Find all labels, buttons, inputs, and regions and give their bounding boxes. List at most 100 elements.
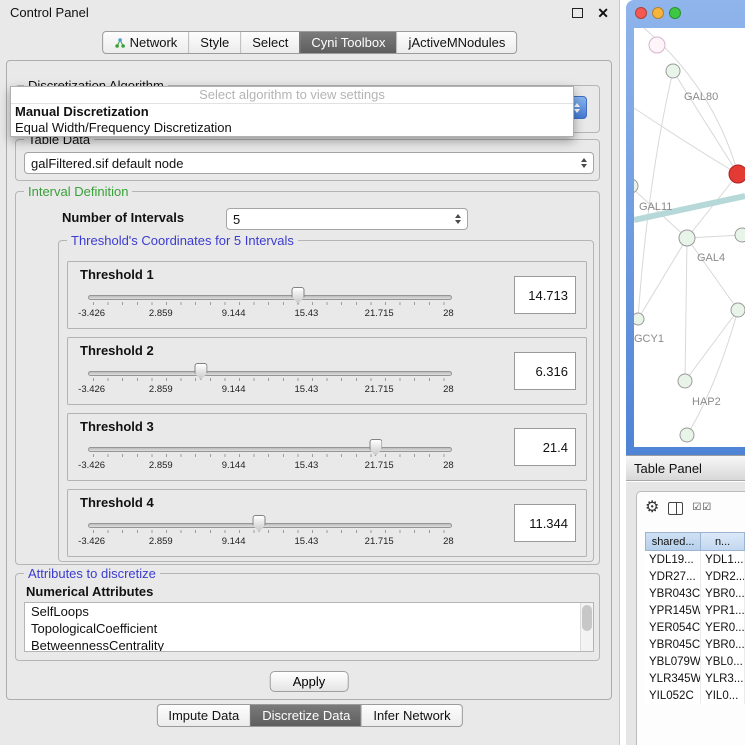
column-header-shared-name[interactable]: shared... — [645, 532, 701, 551]
tab-impute-data-label: Impute Data — [168, 708, 239, 723]
table-row[interactable]: YLR345WYLR3... — [645, 670, 745, 687]
table-row[interactable]: YBL079WYBL0... — [645, 653, 745, 670]
table-data-combobox[interactable]: galFiltered.sif default node — [24, 152, 594, 174]
table-row[interactable]: YBR043CYBR0... — [645, 585, 745, 602]
tab-style-label: Style — [200, 35, 229, 50]
slider-track[interactable] — [88, 447, 452, 452]
table-row[interactable]: YIL052CYIL0... — [645, 687, 745, 704]
threshold-3-label: Threshold 3 — [80, 419, 154, 434]
threshold-4-value-field[interactable]: 11.344 — [514, 504, 576, 542]
cell[interactable]: YBR043C — [645, 585, 701, 602]
threshold-1-slider[interactable]: -3.426 2.859 9.144 15.43 21.715 28 — [88, 286, 452, 326]
cell[interactable]: YPR145W — [645, 602, 701, 619]
cell[interactable]: YDR2... — [701, 568, 745, 585]
apply-button[interactable]: Apply — [270, 671, 349, 692]
threshold-2-label: Threshold 2 — [80, 343, 154, 358]
node-gal11[interactable] — [634, 179, 638, 193]
columns-icon[interactable] — [668, 502, 683, 515]
tick-label: 28 — [443, 308, 454, 319]
threshold-3-panel: Threshold 3 -3.426 2.859 9.144 15.43 21.… — [67, 413, 587, 481]
node-unlabeled[interactable] — [649, 37, 665, 53]
algorithm-placeholder: Select algorithm to view settings — [11, 87, 573, 104]
cell[interactable]: YDL1... — [701, 551, 745, 568]
list-item-betweennesscentrality[interactable]: BetweennessCentrality — [25, 637, 593, 652]
cell[interactable]: YBR0... — [701, 636, 745, 653]
node-unlabeled[interactable] — [680, 428, 694, 442]
cell[interactable]: YPR1... — [701, 602, 745, 619]
table-row[interactable]: YDR27...YDR2... — [645, 568, 745, 585]
close-icon[interactable]: ✕ — [597, 6, 609, 20]
table-row[interactable]: YER054CYER0... — [645, 619, 745, 636]
cell[interactable]: YDL19... — [645, 551, 701, 568]
gear-icon[interactable]: ⚙ — [645, 500, 659, 516]
threshold-1-value-field[interactable]: 14.713 — [514, 276, 576, 314]
node-unlabeled[interactable] — [731, 303, 745, 317]
zoom-window-icon[interactable] — [669, 7, 681, 19]
node-unlabeled[interactable] — [735, 228, 745, 242]
table-panel-header: Table Panel — [626, 455, 745, 481]
cell[interactable]: YLR3... — [701, 670, 745, 687]
attributes-group: Attributes to discretize Numerical Attri… — [15, 573, 600, 661]
network-canvas[interactable]: GAL80 GAL11 GAL4 GCY1 HAP2 — [634, 28, 745, 447]
float-window-icon[interactable] — [572, 8, 583, 18]
minimize-window-icon[interactable] — [652, 7, 664, 19]
tab-select[interactable]: Select — [240, 32, 299, 53]
cell[interactable]: YBL079W — [645, 653, 701, 670]
threshold-2-slider[interactable]: -3.426 2.859 9.144 15.43 21.715 28 — [88, 362, 452, 402]
tab-style[interactable]: Style — [188, 32, 240, 53]
tab-discretize-data[interactable]: Discretize Data — [250, 705, 361, 726]
number-of-intervals-spinner[interactable]: 5 — [226, 208, 468, 230]
node-selected-red[interactable] — [729, 165, 745, 183]
option-manual-discretization[interactable]: Manual Discretization — [11, 104, 573, 120]
threshold-3-value-field[interactable]: 21.4 — [514, 428, 576, 466]
close-window-icon[interactable] — [635, 7, 647, 19]
select-columns-icon[interactable]: ☑☑ — [692, 503, 712, 513]
tab-cyni-toolbox[interactable]: Cyni Toolbox — [299, 32, 396, 53]
cell[interactable]: YIL052C — [645, 687, 701, 704]
slider-track[interactable] — [88, 371, 452, 376]
tab-infer-network[interactable]: Infer Network — [361, 705, 461, 726]
tab-network[interactable]: Network — [103, 32, 189, 53]
tab-jactivemnodules-label: jActiveMNodules — [409, 35, 506, 50]
number-of-intervals-value: 5 — [233, 212, 240, 227]
column-header-name[interactable]: n... — [701, 532, 745, 551]
table-panel-title: Table Panel — [634, 461, 702, 476]
table-row[interactable]: YPR145WYPR1... — [645, 602, 745, 619]
tick-label: 2.859 — [149, 308, 173, 319]
node-gcy1[interactable] — [634, 313, 644, 325]
slider-track[interactable] — [88, 523, 452, 528]
threshold-4-slider[interactable]: -3.426 2.859 9.144 15.43 21.715 28 — [88, 514, 452, 554]
cell[interactable]: YBR0... — [701, 585, 745, 602]
list-scrollbar[interactable] — [580, 603, 593, 651]
table-row[interactable]: YBR045CYBR0... — [645, 636, 745, 653]
tab-jactivemnodules[interactable]: jActiveMNodules — [397, 32, 517, 53]
top-tab-bar: Network Style Select Cyni Toolbox jActiv… — [102, 31, 518, 54]
cell[interactable]: YIL0... — [701, 687, 745, 704]
interval-definition-label: Interval Definition — [24, 184, 132, 199]
cell[interactable]: YLR345W — [645, 670, 701, 687]
cell[interactable]: YBR045C — [645, 636, 701, 653]
list-item-selfloops[interactable]: SelfLoops — [25, 603, 593, 620]
cell[interactable]: YDR27... — [645, 568, 701, 585]
cell[interactable]: YER0... — [701, 619, 745, 636]
tab-impute-data[interactable]: Impute Data — [157, 705, 250, 726]
option-equal-width-frequency[interactable]: Equal Width/Frequency Discretization — [11, 120, 573, 136]
number-of-intervals-label: Number of Intervals — [62, 210, 184, 225]
threshold-2-value-field[interactable]: 6.316 — [514, 352, 576, 390]
node-gal4[interactable] — [679, 230, 695, 246]
table-row[interactable]: YDL19...YDL1... — [645, 551, 745, 568]
threshold-3-slider[interactable]: -3.426 2.859 9.144 15.43 21.715 28 — [88, 438, 452, 478]
slider-tick-labels: -3.426 2.859 9.144 15.43 21.715 28 — [88, 460, 452, 472]
node-label-gcy1: GCY1 — [634, 333, 664, 345]
list-scrollbar-thumb[interactable] — [582, 605, 592, 631]
cell[interactable]: YBL0... — [701, 653, 745, 670]
tick-label: 15.43 — [295, 460, 319, 471]
slider-minor-ticks — [93, 530, 447, 533]
node-hap2[interactable] — [678, 374, 692, 388]
tick-label: 9.144 — [222, 460, 246, 471]
slider-track[interactable] — [88, 295, 452, 300]
list-item-topologicalcoefficient[interactable]: TopologicalCoefficient — [25, 620, 593, 637]
node-gal80[interactable] — [666, 64, 680, 78]
cell[interactable]: YER054C — [645, 619, 701, 636]
tab-discretize-data-label: Discretize Data — [262, 708, 350, 723]
